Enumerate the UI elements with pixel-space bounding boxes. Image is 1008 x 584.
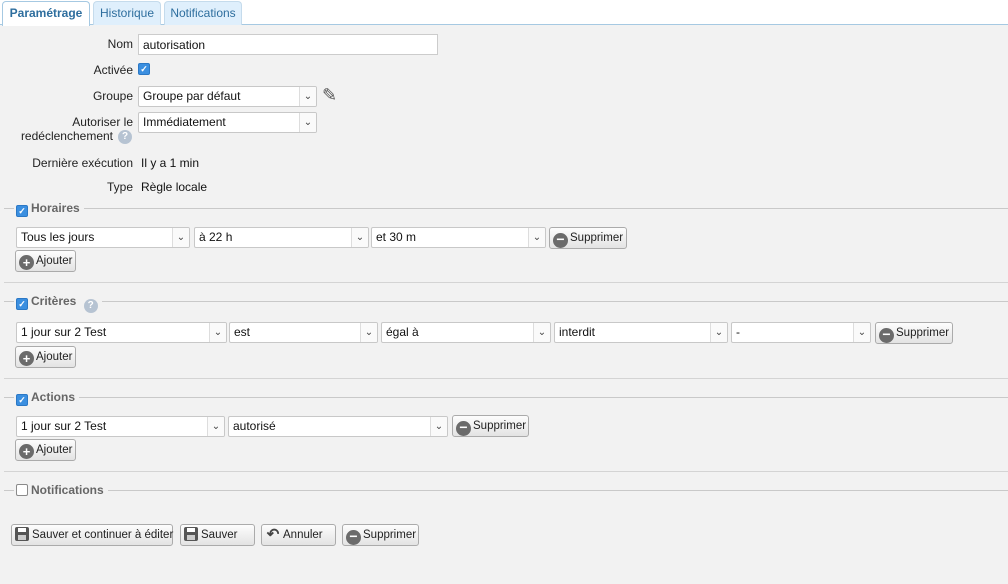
notifications-checkbox[interactable] — [16, 484, 28, 496]
minus-circle-icon: − — [879, 327, 894, 343]
actions-title: Actions — [31, 390, 76, 404]
minus-circle-icon: − — [346, 529, 361, 545]
criteres-extra-select[interactable]: - ⌄ — [731, 322, 871, 343]
horaires-day-value: Tous les jours — [21, 230, 95, 244]
chevron-down-icon: ⌄ — [710, 323, 727, 342]
chevron-down-icon: ⌄ — [209, 323, 226, 342]
last-exec-label: Dernière exécution — [32, 156, 133, 170]
actions-value-value: autorisé — [233, 419, 276, 433]
retrigger-select-value: Immédiatement — [143, 115, 226, 129]
horaires-title: Horaires — [31, 201, 80, 215]
chevron-down-icon: ⌄ — [430, 417, 447, 436]
horaires-delete-button[interactable]: − Supprimer — [549, 227, 627, 249]
actions-value-select[interactable]: autorisé ⌄ — [228, 416, 448, 437]
delete-rule-label: Supprimer — [363, 529, 417, 541]
save-continue-label: Sauver et continuer à éditer — [32, 529, 174, 541]
horaires-add-label: Ajouter — [36, 255, 73, 267]
chevron-down-icon: ⌄ — [360, 323, 377, 342]
cancel-label: Annuler — [283, 529, 323, 541]
chevron-down-icon: ⌄ — [299, 113, 316, 132]
group-label: Groupe — [92, 89, 133, 103]
criteres-device-select[interactable]: 1 jour sur 2 Test ⌄ — [16, 322, 227, 343]
chevron-down-icon: ⌄ — [172, 228, 189, 247]
group-select[interactable]: Groupe par défaut ⌄ — [138, 86, 317, 107]
criteres-extra-value: - — [736, 325, 740, 339]
criteres-title: Critères — [31, 294, 77, 308]
enabled-label: Activée — [93, 63, 133, 77]
criteres-device-value: 1 jour sur 2 Test — [21, 325, 107, 339]
horaires-hour-select[interactable]: à 22 h ⌄ — [194, 227, 369, 248]
floppy-disk-icon — [15, 527, 29, 541]
horaires-hour-value: à 22 h — [199, 230, 233, 244]
chevron-down-icon: ⌄ — [207, 417, 224, 436]
type-value: Règle locale — [141, 180, 208, 194]
group-select-value: Groupe par défaut — [143, 89, 241, 103]
criteres-operator-value: égal à — [386, 325, 419, 339]
save-label: Sauver — [201, 529, 238, 541]
plus-circle-icon: + — [19, 444, 34, 459]
retrigger-label-line2: redéclenchement — [20, 129, 113, 143]
chevron-down-icon: ⌄ — [351, 228, 368, 247]
actions-delete-button[interactable]: − Supprimer — [452, 415, 529, 437]
notifications-legend: Notifications — [14, 483, 108, 497]
actions-add-label: Ajouter — [36, 444, 73, 456]
criteres-add-label: Ajouter — [36, 351, 73, 363]
horaires-checkbox[interactable]: ✓ — [16, 205, 28, 217]
plus-circle-icon: + — [19, 255, 34, 270]
edit-pencil-icon[interactable]: ✎ — [322, 85, 337, 106]
criteres-legend: ✓ Critères ? — [14, 294, 102, 313]
chevron-down-icon: ⌄ — [853, 323, 870, 342]
criteres-verb-value: est — [234, 325, 251, 339]
tab-parametrage[interactable]: Paramétrage — [2, 1, 90, 26]
help-icon[interactable]: ? — [118, 130, 132, 144]
criteres-value-value: interdit — [559, 325, 596, 339]
horaires-day-select[interactable]: Tous les jours ⌄ — [16, 227, 190, 248]
undo-arrow-icon: ↶ — [266, 526, 280, 543]
actions-device-select[interactable]: 1 jour sur 2 Test ⌄ — [16, 416, 225, 437]
criteres-verb-select[interactable]: est ⌄ — [229, 322, 378, 343]
criteres-checkbox[interactable]: ✓ — [16, 298, 28, 310]
chevron-down-icon: ⌄ — [533, 323, 550, 342]
horaires-minute-select[interactable]: et 30 m ⌄ — [371, 227, 546, 248]
cancel-button[interactable]: ↶ Annuler — [261, 524, 336, 546]
retrigger-select[interactable]: Immédiatement ⌄ — [138, 112, 317, 133]
save-continue-button[interactable]: Sauver et continuer à éditer — [11, 524, 173, 546]
actions-delete-label: Supprimer — [473, 420, 527, 432]
save-button[interactable]: Sauver — [180, 524, 255, 546]
name-field[interactable] — [138, 34, 438, 55]
type-label: Type — [106, 180, 133, 194]
minus-circle-icon: − — [456, 420, 471, 436]
actions-add-button[interactable]: + Ajouter — [15, 439, 76, 461]
actions-legend: ✓ Actions — [14, 390, 80, 406]
help-icon[interactable]: ? — [83, 299, 98, 313]
floppy-disk-icon — [184, 527, 198, 541]
actions-device-value: 1 jour sur 2 Test — [21, 419, 107, 433]
criteres-value-select[interactable]: interdit ⌄ — [554, 322, 728, 343]
chevron-down-icon: ⌄ — [528, 228, 545, 247]
name-label: Nom — [107, 37, 133, 51]
retrigger-label-line1: Autoriser le — [72, 115, 133, 129]
tab-notifications[interactable]: Notifications — [164, 1, 242, 25]
notifications-title: Notifications — [31, 483, 104, 497]
last-exec-value: Il y a 1 min — [141, 156, 200, 170]
minus-circle-icon: − — [553, 232, 568, 248]
tab-bar: Paramétrage Historique Notifications — [0, 0, 1008, 26]
enabled-checkbox[interactable]: ✓ — [138, 63, 150, 75]
plus-circle-icon: + — [19, 351, 34, 366]
notifications-section — [4, 490, 1008, 491]
actions-checkbox[interactable]: ✓ — [16, 394, 28, 406]
horaires-delete-label: Supprimer — [570, 232, 624, 244]
horaires-legend: ✓ Horaires — [14, 201, 84, 217]
criteres-operator-select[interactable]: égal à ⌄ — [381, 322, 551, 343]
criteres-delete-button[interactable]: − Supprimer — [875, 322, 953, 344]
tab-historique[interactable]: Historique — [93, 1, 161, 25]
criteres-add-button[interactable]: + Ajouter — [15, 346, 76, 368]
horaires-add-button[interactable]: + Ajouter — [15, 250, 76, 272]
chevron-down-icon: ⌄ — [299, 87, 316, 106]
criteres-delete-label: Supprimer — [896, 327, 950, 339]
delete-rule-button[interactable]: − Supprimer — [342, 524, 419, 546]
horaires-minute-value: et 30 m — [376, 230, 417, 244]
